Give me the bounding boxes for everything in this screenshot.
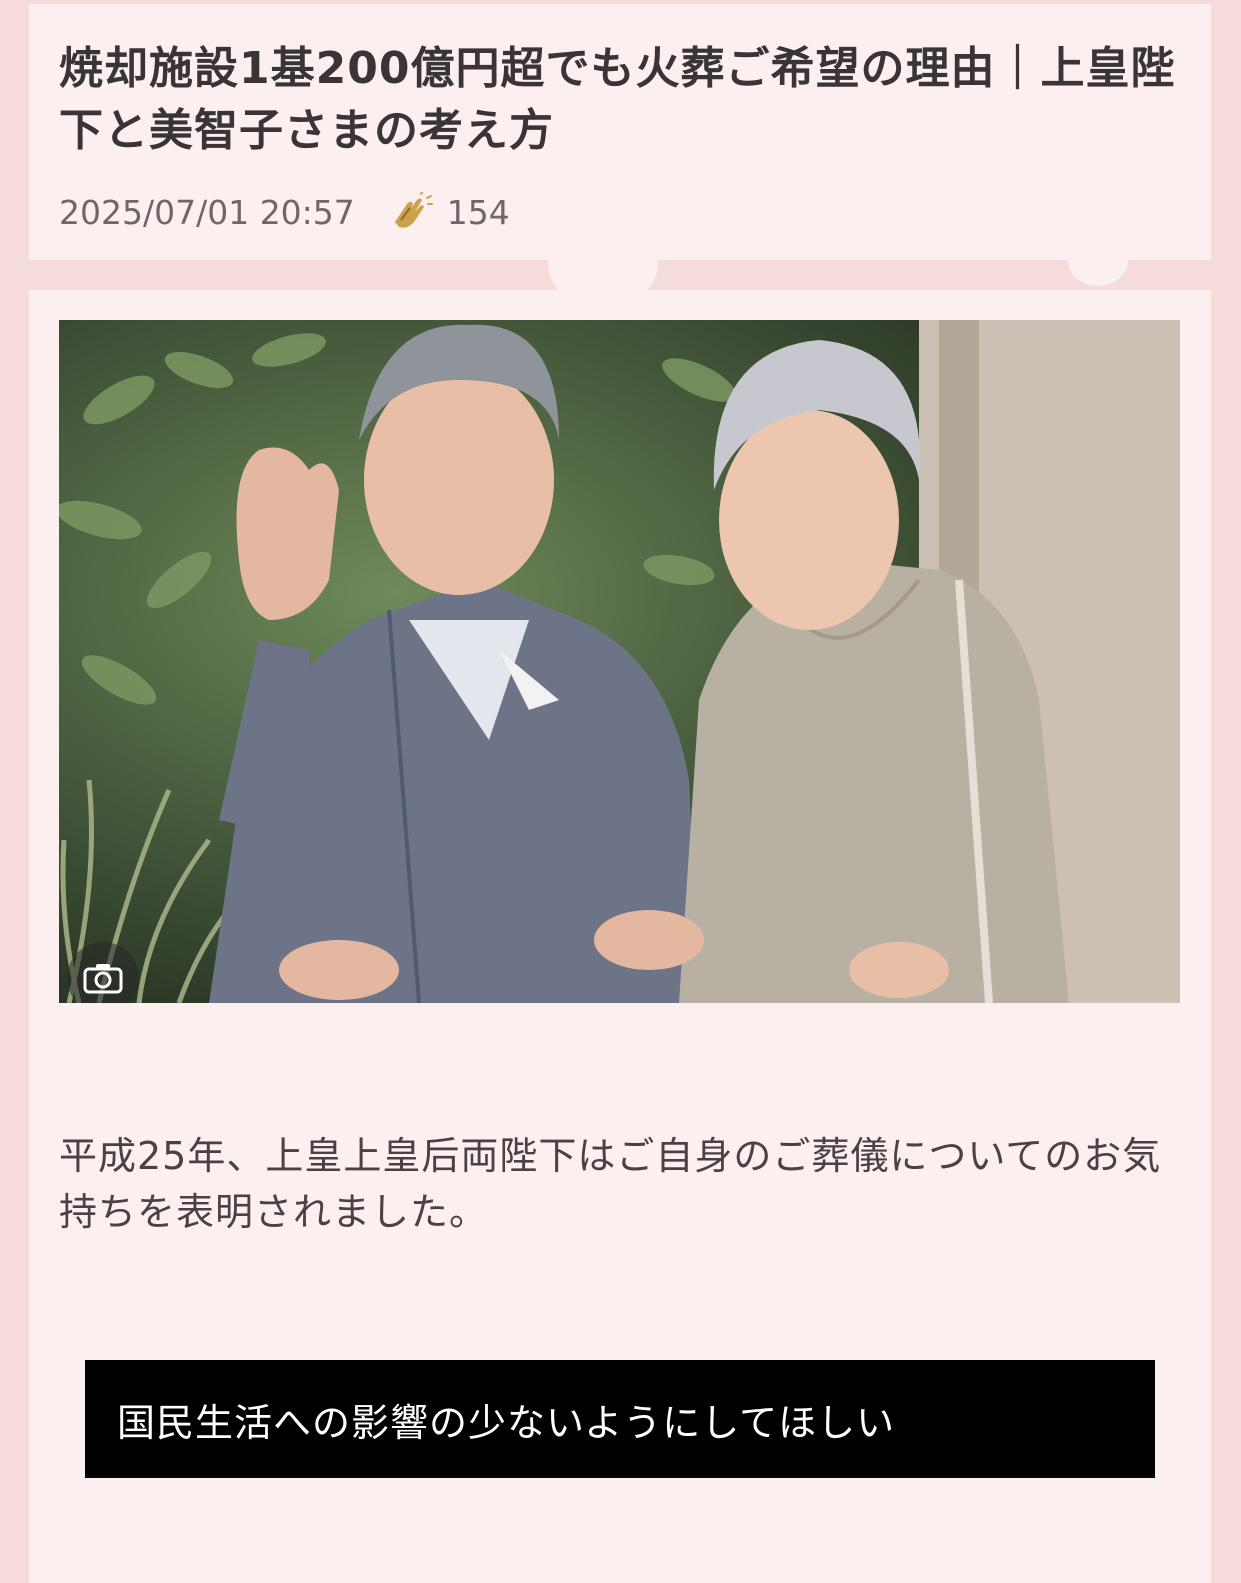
camera-icon xyxy=(83,962,123,998)
article-meta: 2025/07/01 20:57 154 xyxy=(59,190,510,234)
reaction-count: 154 xyxy=(446,192,510,232)
article-photo xyxy=(59,320,1180,1003)
article-title: 焼却施設1基200億円超でも火葬ご希望の理由｜上皇陛下と美智子さまの考え方 xyxy=(59,43,1176,156)
quote-box: 国民生活への影響の少ないようにしてほしい xyxy=(85,1360,1155,1478)
article-lead-text: 平成25年、上皇上皇后両陛下はご自身のご葬儀についてのお気持ちを表明されました。 xyxy=(59,1134,1162,1234)
article-header-card: 焼却施設1基200億円超でも火葬ご希望の理由｜上皇陛下と美智子さまの考え方 20… xyxy=(29,4,1211,260)
article-body-card: 平成25年、上皇上皇后両陛下はご自身のご葬儀についてのお気持ちを表明されました。… xyxy=(29,290,1211,1583)
quote-text: 国民生活への影響の少ないようにしてほしい xyxy=(117,1400,896,1445)
article-timestamp: 2025/07/01 20:57 xyxy=(59,192,355,232)
clapping-hands-icon[interactable] xyxy=(389,190,433,232)
